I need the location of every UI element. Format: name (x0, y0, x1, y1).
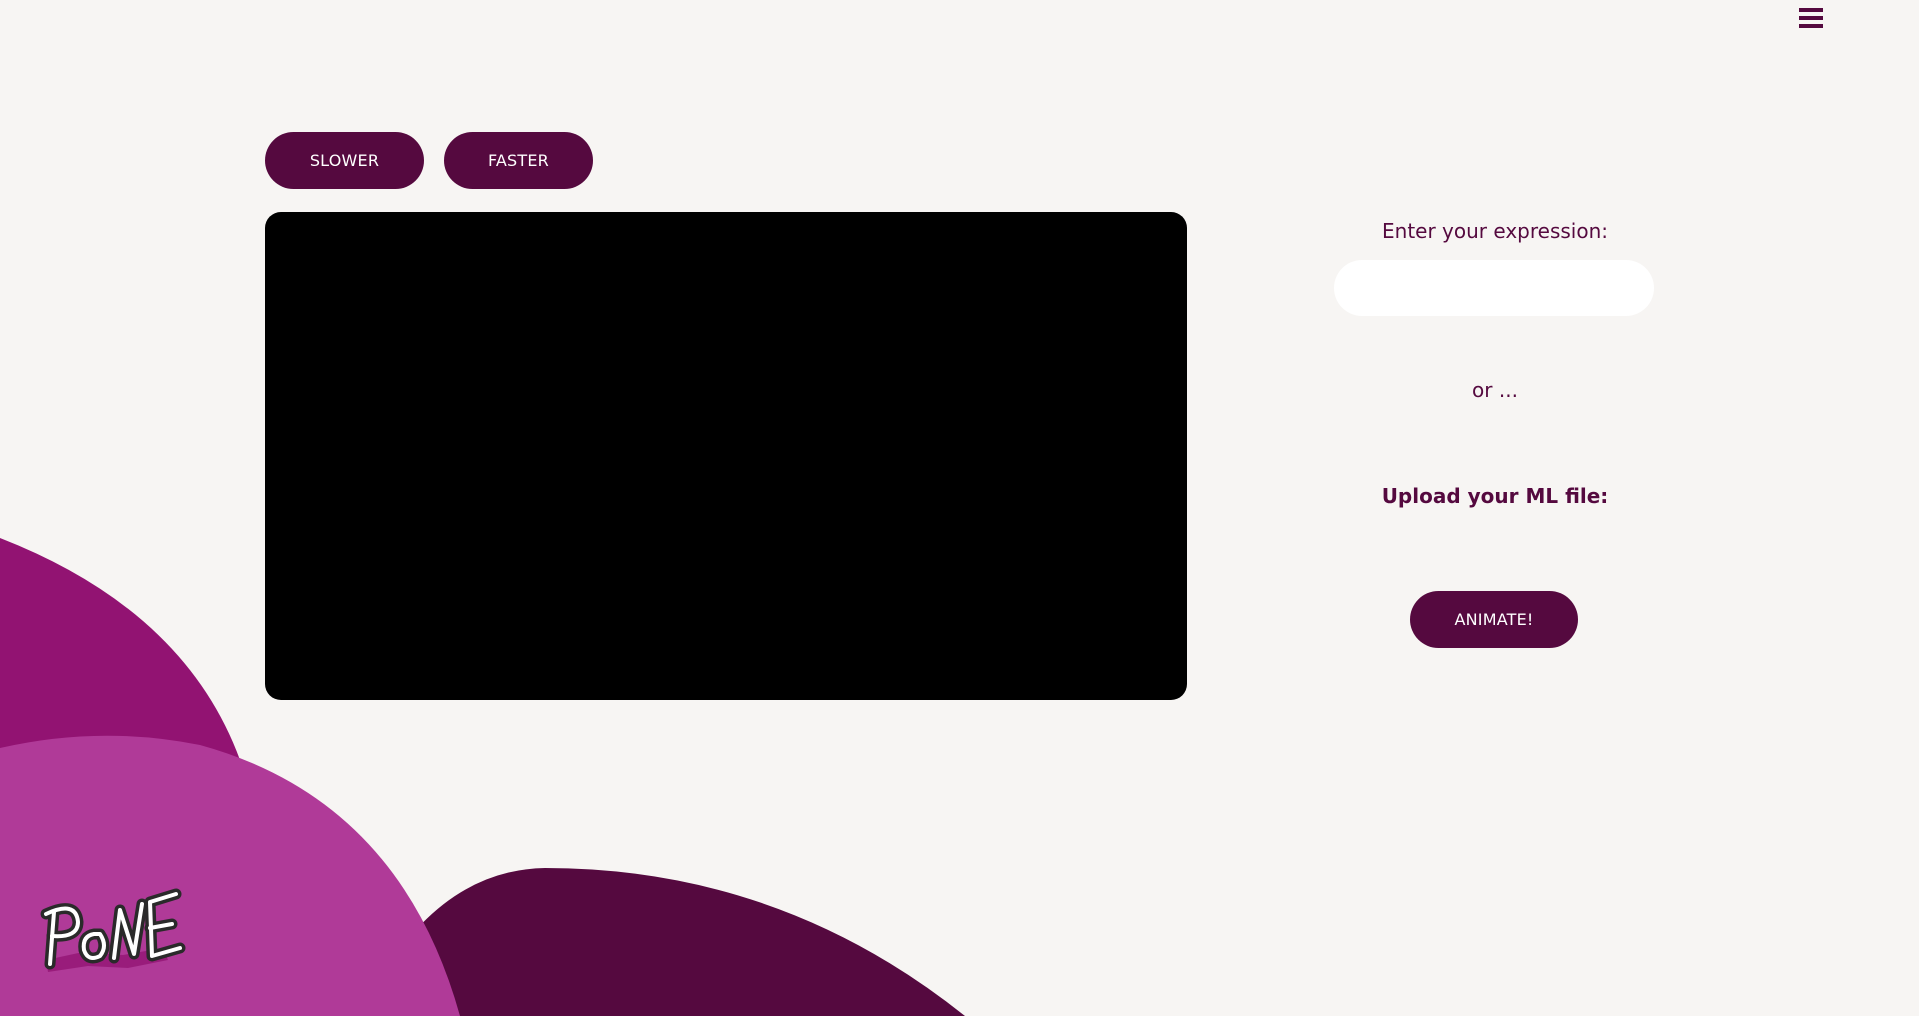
menu-bar (1799, 16, 1823, 20)
menu-bar (1799, 24, 1823, 28)
pone-logo (40, 888, 186, 972)
expression-label: Enter your expression: (1382, 219, 1608, 243)
upload-ml-file-label[interactable]: Upload your ML file: (1330, 484, 1660, 508)
page: SLOWER FASTER Enter your expression: or … (0, 0, 1919, 1016)
animation-canvas[interactable] (265, 212, 1187, 700)
animate-button[interactable]: ANIMATE! (1410, 591, 1578, 648)
faster-button[interactable]: FASTER (444, 132, 593, 189)
slower-button[interactable]: SLOWER (265, 132, 424, 189)
menu-bar (1799, 8, 1823, 12)
or-separator-text: or ... (1472, 378, 1518, 402)
expression-input[interactable] (1334, 260, 1654, 316)
hamburger-menu-icon[interactable] (1797, 6, 1825, 32)
